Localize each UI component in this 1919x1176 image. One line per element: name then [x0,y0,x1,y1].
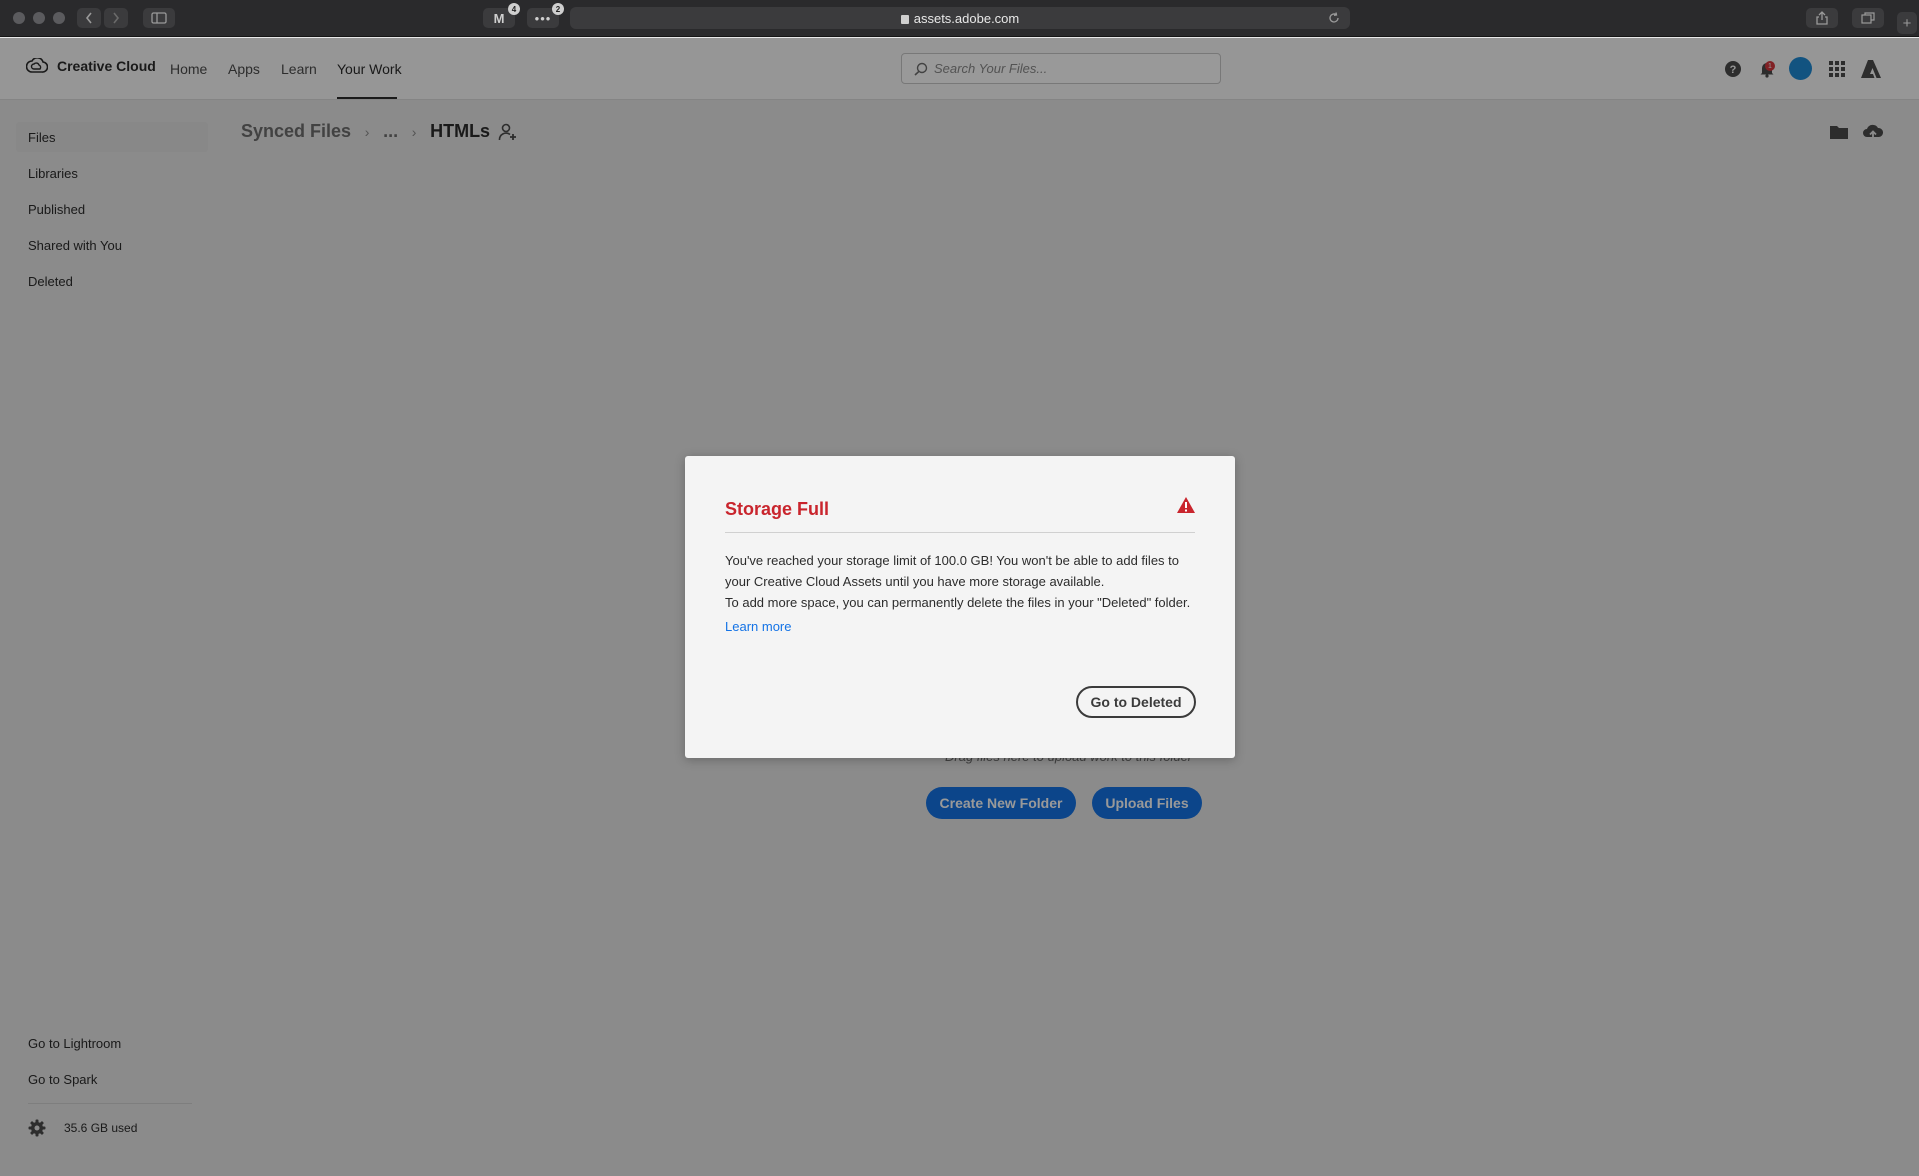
browser-toolbar: M 4 ••• 2 assets.adobe.com + [0,0,1919,37]
dialog-divider [725,532,1195,533]
tabs-icon [1861,12,1875,24]
mail-icon: M [493,10,505,26]
go-to-deleted-button[interactable]: Go to Deleted [1076,686,1196,718]
address-bar[interactable]: assets.adobe.com [570,7,1350,29]
new-tab-button[interactable]: + [1897,12,1917,34]
learn-more-link[interactable]: Learn more [725,619,791,634]
reload-icon[interactable] [1328,12,1340,24]
alert-icon [1177,497,1195,513]
sidebar-icon [151,12,167,24]
sidebar-toggle-button[interactable] [143,8,175,28]
minimize-window-button[interactable] [33,12,45,24]
chevron-left-icon [85,12,92,24]
dialog-title: Storage Full [725,499,830,519]
dialog-message-line: You've reached your storage limit of 100… [725,553,1180,568]
more-icon: ••• [534,10,552,26]
dialog-message-line: To add more space, you can permanently d… [725,595,1191,610]
chevron-right-icon [113,12,120,24]
share-button[interactable] [1806,8,1838,28]
tab-badge: 4 [508,3,520,15]
close-window-button[interactable] [13,12,25,24]
back-button[interactable] [77,8,101,28]
url-text: assets.adobe.com [913,10,1020,26]
share-icon [1816,11,1828,25]
more-tabs-button[interactable]: ••• 2 [527,3,564,28]
plus-icon: + [1902,14,1912,32]
tab-overview-button[interactable] [1852,8,1884,28]
forward-button[interactable] [104,8,128,28]
storage-full-dialog: Storage Full You've reached your storage… [685,456,1235,758]
dialog-message-line: your Creative Cloud Assets until you hav… [725,574,1105,589]
tab-badge: 2 [552,3,564,15]
lock-icon [900,14,909,24]
zoom-window-button[interactable] [53,12,65,24]
dialog-message: You've reached your storage limit of 100… [725,550,1205,613]
gmail-tab-button[interactable]: M 4 [483,3,520,28]
